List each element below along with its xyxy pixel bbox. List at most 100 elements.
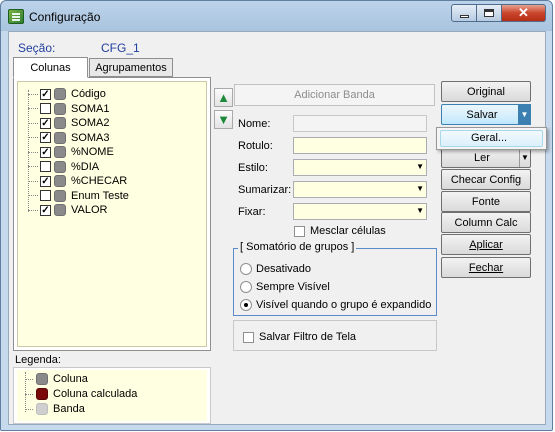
rotulo-field[interactable] xyxy=(293,137,427,154)
ler-split-button[interactable]: Ler ▼ xyxy=(441,147,531,168)
salvar-filtro-checkbox[interactable] xyxy=(243,331,254,343)
close-button[interactable]: ✕ xyxy=(502,4,546,22)
tab-agrupamentos[interactable]: Agrupamentos xyxy=(89,58,173,77)
radio-visivel-expandido[interactable]: Visível quando o grupo é expandido xyxy=(240,299,431,311)
move-down-button[interactable]: ▼ xyxy=(214,110,233,129)
tree-item-dia[interactable]: %DIA xyxy=(28,160,99,174)
legend-list: Coluna Coluna calculada Banda xyxy=(17,370,207,421)
tree-item-checkbox[interactable]: ✓ xyxy=(40,117,51,129)
tree-item-checkbox[interactable]: ✓ xyxy=(40,204,51,216)
tree-item-checkbox[interactable]: ✓ xyxy=(40,146,51,158)
estilo-select[interactable]: ▼ xyxy=(293,159,427,176)
minimize-button[interactable] xyxy=(451,4,477,22)
tree-item-checkbox[interactable] xyxy=(40,190,51,201)
tree-item-checar[interactable]: ✓ %CHECAR xyxy=(28,174,127,188)
tree-item-enum-teste[interactable]: Enum Teste xyxy=(28,189,129,203)
radio-button[interactable] xyxy=(240,263,252,275)
tree-item-soma1[interactable]: SOMA1 xyxy=(28,102,110,116)
tree-dash xyxy=(28,180,38,182)
tree-dash xyxy=(28,108,38,109)
tree-item-checkbox[interactable]: ✓ xyxy=(40,175,51,187)
legend: Legenda: Coluna Coluna calculada Banda xyxy=(13,354,211,424)
tree-item-soma2[interactable]: ✓ SOMA2 xyxy=(28,116,110,130)
radio-label: Desativado xyxy=(256,263,312,275)
legend-frame: Coluna Coluna calculada Banda xyxy=(13,367,211,424)
chevron-down-icon: ▼ xyxy=(416,162,424,171)
legend-dash xyxy=(25,408,33,410)
tree-dash xyxy=(28,137,38,138)
tree-item-checkbox[interactable]: ✓ xyxy=(40,132,51,143)
check-icon: ✓ xyxy=(41,146,50,158)
salvar-filtro-label: Salvar Filtro de Tela xyxy=(259,331,357,343)
close-icon: ✕ xyxy=(518,5,529,20)
check-icon: ✓ xyxy=(41,175,50,187)
tree-item-checkbox[interactable] xyxy=(40,103,51,114)
radio-sempre-visivel[interactable]: Sempre Visível xyxy=(240,281,330,293)
nome-field[interactable] xyxy=(293,115,427,132)
title-bar[interactable]: Configuração ✕ xyxy=(1,1,552,31)
aplicar-button[interactable]: Aplicar xyxy=(441,234,531,255)
tree-item-label: %DIA xyxy=(71,160,100,173)
column-type-icon xyxy=(54,146,66,158)
aplicar-label: Aplicar xyxy=(469,238,503,251)
fixar-select[interactable]: ▼ xyxy=(293,203,427,220)
tree-item-checkbox[interactable] xyxy=(40,161,51,172)
fechar-button[interactable]: Fechar xyxy=(441,257,531,278)
radio-label: Visível quando o grupo é expandido xyxy=(256,299,432,311)
fixar-label: Fixar: xyxy=(238,206,266,218)
check-icon: ✓ xyxy=(41,117,50,129)
estilo-label: Estilo: xyxy=(238,162,268,174)
tree-item-checkbox[interactable]: ✓ xyxy=(40,88,51,100)
tree-item-label: SOMA1 xyxy=(71,102,110,115)
mesclar-celulas-option[interactable]: Mesclar células xyxy=(294,225,386,237)
radio-button-selected[interactable] xyxy=(240,299,252,311)
chevron-down-icon: ▼ xyxy=(416,184,424,193)
radio-button[interactable] xyxy=(240,281,252,293)
legend-item-coluna: Coluna xyxy=(25,372,88,386)
sumarizar-select[interactable]: ▼ xyxy=(293,181,427,198)
column-calc-button[interactable]: Column Calc xyxy=(441,212,531,233)
sumarizar-label: Sumarizar: xyxy=(238,184,292,196)
tree-item-soma3[interactable]: ✓ SOMA3 xyxy=(28,131,110,145)
original-button[interactable]: Original xyxy=(441,81,531,102)
mesclar-celulas-checkbox[interactable] xyxy=(294,225,305,237)
tree-item-codigo[interactable]: ✓ Código xyxy=(28,87,106,101)
secao-value: CFG_1 xyxy=(101,41,140,55)
move-up-button[interactable]: ▲ xyxy=(214,88,233,107)
column-type-icon xyxy=(54,88,66,100)
maximize-button[interactable] xyxy=(477,4,502,22)
maximize-icon xyxy=(484,9,494,17)
add-band-button[interactable]: Adicionar Banda xyxy=(234,84,435,106)
column-type-icon xyxy=(54,102,66,115)
tree-dash xyxy=(28,151,38,153)
coluna-calculada-swatch-icon xyxy=(36,388,48,400)
radio-desativado[interactable]: Desativado xyxy=(240,263,311,275)
legend-item-coluna-calculada: Coluna calculada xyxy=(25,387,137,401)
legend-item-banda: Banda xyxy=(25,402,85,416)
configuracao-window: Configuração ✕ Seção: CFG_1 Colunas Agru… xyxy=(0,0,553,431)
tree-item-valor[interactable]: ✓ VALOR xyxy=(28,203,107,217)
legend-dash xyxy=(25,378,33,380)
tab-colunas[interactable]: Colunas xyxy=(13,57,88,78)
checar-config-button[interactable]: Checar Config xyxy=(441,169,531,190)
menu-item-geral[interactable]: Geral... xyxy=(440,130,543,147)
fechar-label: Fechar xyxy=(468,261,504,274)
columns-tree[interactable]: ✓ Código SOMA1 ✓ SOMA2 ✓ SOMA3 ✓ %NOME %… xyxy=(17,81,207,347)
tree-item-nome[interactable]: ✓ %NOME xyxy=(28,145,114,159)
salvar-dropdown-arrow-icon[interactable]: ▼ xyxy=(518,104,531,125)
column-type-icon xyxy=(54,204,66,216)
tree-item-label: SOMA2 xyxy=(71,117,110,129)
arrow-down-icon: ▼ xyxy=(217,112,230,127)
column-type-icon xyxy=(54,160,66,173)
column-type-icon xyxy=(54,175,66,187)
ler-label: Ler xyxy=(474,151,490,164)
salvar-split-button[interactable]: Salvar ▼ xyxy=(441,104,531,125)
tree-dash xyxy=(28,209,38,211)
secao-label: Seção: xyxy=(18,41,56,55)
salvar-filtro-option[interactable]: Salvar Filtro de Tela xyxy=(243,331,356,343)
fonte-button[interactable]: Fonte xyxy=(441,191,531,212)
ler-dropdown-arrow-icon[interactable]: ▼ xyxy=(519,148,530,167)
salvar-dropdown-menu: Geral... xyxy=(436,127,547,150)
chevron-down-icon: ▼ xyxy=(416,206,424,215)
somatorio-title: [ Somatório de grupos ] xyxy=(238,241,357,253)
